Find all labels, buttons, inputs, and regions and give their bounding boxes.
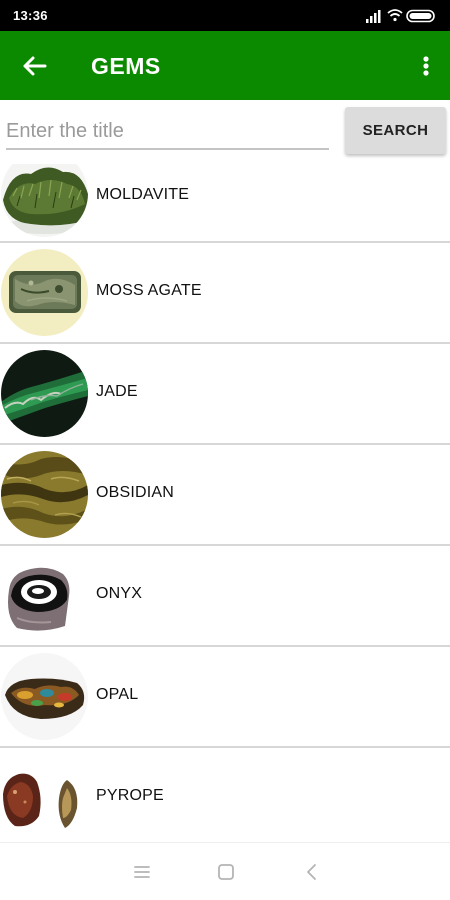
screen: 13:36 GEMS Enter the title SEARCH MOLDAV… (0, 0, 450, 900)
system-back-button[interactable] (300, 861, 324, 883)
gem-name: MOSS AGATE (96, 282, 202, 299)
search-input[interactable] (6, 114, 329, 150)
gem-name: PYROPE (96, 787, 164, 804)
obsidian-image (1, 451, 88, 538)
app-title: GEMS (91, 53, 161, 79)
wifi-icon (387, 9, 403, 22)
status-icons (366, 8, 438, 24)
status-time: 13:36 (13, 8, 48, 23)
gem-name: MOLDAVITE (96, 186, 190, 203)
list-item[interactable]: ONYX (0, 546, 450, 647)
gem-list[interactable]: MOLDAVITE MOSS AGATE JADE OBSIDIAN ONYX … (0, 164, 450, 842)
menu-icon (134, 866, 150, 878)
navigation-bar (0, 842, 450, 900)
gem-name: JADE (96, 383, 138, 400)
app-bar: GEMS (0, 31, 450, 100)
back-arrow-icon (23, 56, 47, 76)
home-square-icon (218, 864, 234, 880)
list-item[interactable]: MOSS AGATE (0, 243, 450, 344)
onyx-image (1, 552, 88, 639)
pyrope-image (1, 754, 88, 841)
opal-image (1, 653, 88, 740)
list-item[interactable]: JADE (0, 344, 450, 445)
gem-name: ONYX (96, 585, 143, 602)
status-bar: 13:36 (0, 0, 450, 31)
jade-image (1, 350, 88, 437)
list-item[interactable]: OPAL (0, 647, 450, 748)
home-button[interactable] (214, 861, 238, 883)
battery-icon (406, 9, 435, 23)
more-vert-icon (423, 56, 429, 76)
moss-agate-image (1, 249, 88, 336)
recents-button[interactable] (130, 861, 154, 883)
more-options-button[interactable] (414, 48, 438, 84)
list-item[interactable]: MOLDAVITE (0, 164, 450, 243)
gem-name: OPAL (96, 686, 139, 703)
moldavite-image (1, 164, 88, 237)
search-button[interactable]: SEARCH (345, 107, 446, 154)
list-item[interactable]: PYROPE (0, 748, 450, 842)
back-chevron-icon (307, 864, 316, 880)
signal-icon (366, 10, 381, 23)
back-button[interactable] (16, 48, 52, 84)
list-item[interactable]: OBSIDIAN (0, 445, 450, 546)
gem-name: OBSIDIAN (96, 484, 175, 501)
